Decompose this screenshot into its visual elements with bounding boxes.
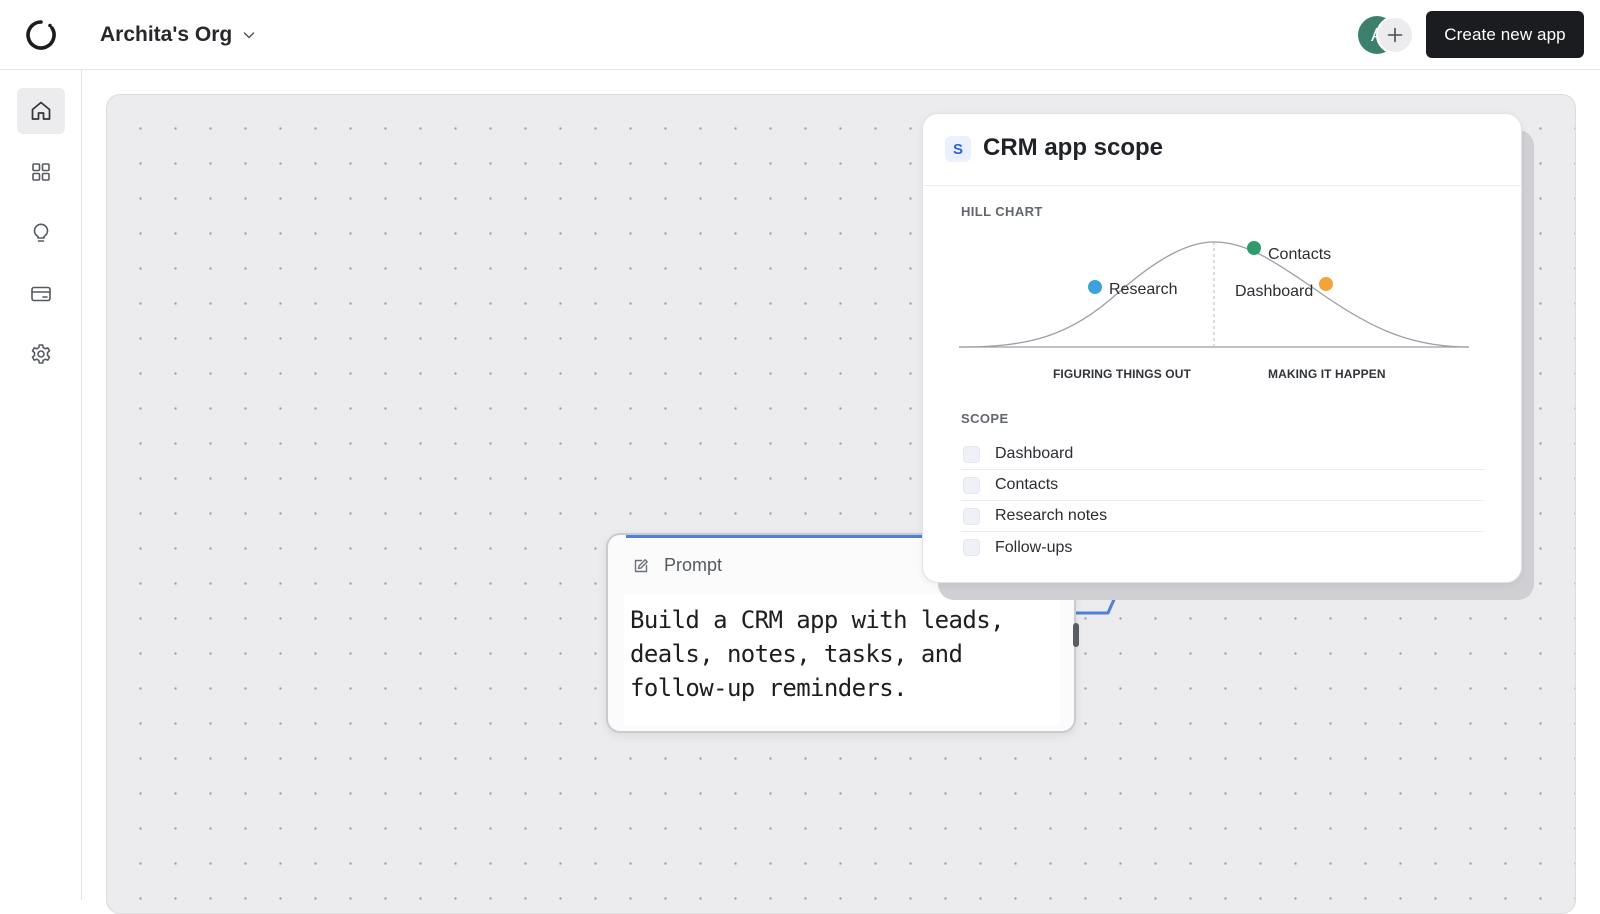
prompt-accent-line bbox=[626, 535, 926, 538]
resize-handle[interactable] bbox=[1073, 623, 1079, 647]
scope-item[interactable]: Follow-ups bbox=[961, 532, 1485, 563]
hill-point-research bbox=[1088, 280, 1102, 294]
member-avatars: A bbox=[1358, 16, 1414, 54]
scope-node[interactable]: S CRM app scope HILL CHART Research Cont… bbox=[922, 113, 1522, 583]
home-icon bbox=[31, 101, 51, 120]
scope-title: CRM app scope bbox=[983, 134, 1164, 161]
scope-item-checkbox[interactable] bbox=[963, 476, 980, 494]
lightbulb-icon bbox=[33, 223, 49, 242]
plus-icon bbox=[1387, 27, 1403, 43]
prompt-header: Prompt bbox=[632, 555, 722, 576]
scope-badge: S bbox=[945, 136, 971, 162]
scope-header: S CRM app scope bbox=[923, 114, 1521, 186]
scope-label: SCOPE bbox=[961, 411, 1009, 426]
sidebar-item-apps[interactable] bbox=[17, 149, 65, 195]
sidebar-item-settings[interactable] bbox=[17, 331, 65, 377]
scope-item-label: Follow-ups bbox=[995, 538, 1073, 556]
scope-item-checkbox[interactable] bbox=[963, 539, 980, 556]
hill-curve bbox=[959, 241, 1470, 348]
org-name: Archita's Org bbox=[100, 23, 233, 46]
prompt-label: Prompt bbox=[664, 555, 723, 575]
top-bar: Archita's Org A Create new app bbox=[0, 0, 1600, 70]
app-logo-icon[interactable] bbox=[25, 19, 57, 51]
hill-point-label-research: Research bbox=[1109, 281, 1177, 298]
scope-item-label: Contacts bbox=[995, 476, 1059, 493]
sidebar-item-ideas[interactable] bbox=[17, 210, 65, 256]
sidebar bbox=[0, 70, 82, 900]
scope-list: Dashboard Contacts Research notes Follow… bbox=[961, 439, 1485, 563]
org-switcher[interactable]: Archita's Org bbox=[100, 20, 256, 50]
edit-icon[interactable] bbox=[632, 557, 650, 575]
billing-card-icon bbox=[31, 286, 51, 302]
prompt-line-3: follow-up reminders. bbox=[630, 674, 908, 702]
phase-label-right: MAKING IT HAPPEN bbox=[1268, 367, 1386, 381]
create-new-app-button[interactable]: Create new app bbox=[1426, 11, 1584, 58]
scope-item-label: Dashboard bbox=[995, 445, 1074, 462]
settings-gear-icon bbox=[31, 344, 51, 364]
hill-point-label-contacts: Contacts bbox=[1268, 246, 1331, 263]
scope-item[interactable]: Research notes bbox=[961, 501, 1485, 532]
sidebar-item-home[interactable] bbox=[17, 88, 65, 134]
prompt-text-area[interactable]: Build a CRM app with leads, deals, notes… bbox=[624, 595, 1060, 725]
hill-point-label-dashboard: Dashboard bbox=[1235, 283, 1313, 300]
scope-item-checkbox[interactable] bbox=[963, 507, 980, 525]
apps-grid-icon bbox=[32, 163, 50, 181]
sidebar-item-billing[interactable] bbox=[17, 271, 65, 317]
scope-item[interactable]: Contacts bbox=[961, 470, 1485, 501]
scope-item[interactable]: Dashboard bbox=[961, 439, 1485, 470]
hill-point-dashboard bbox=[1319, 277, 1333, 291]
prompt-line-2: deals, notes, tasks, and bbox=[630, 640, 963, 668]
prompt-line-1: Build a CRM app with leads, bbox=[630, 606, 1005, 634]
hill-chart-label: HILL CHART bbox=[961, 204, 1043, 219]
phase-label-left: FIGURING THINGS OUT bbox=[1053, 367, 1191, 381]
scope-item-label: Research notes bbox=[995, 507, 1108, 524]
add-member-button[interactable] bbox=[1376, 16, 1414, 54]
chevron-down-icon bbox=[243, 32, 255, 39]
hill-point-contacts bbox=[1247, 241, 1261, 255]
scope-item-checkbox[interactable] bbox=[963, 445, 980, 463]
hill-chart: Research Contacts Dashboard bbox=[959, 241, 1470, 348]
